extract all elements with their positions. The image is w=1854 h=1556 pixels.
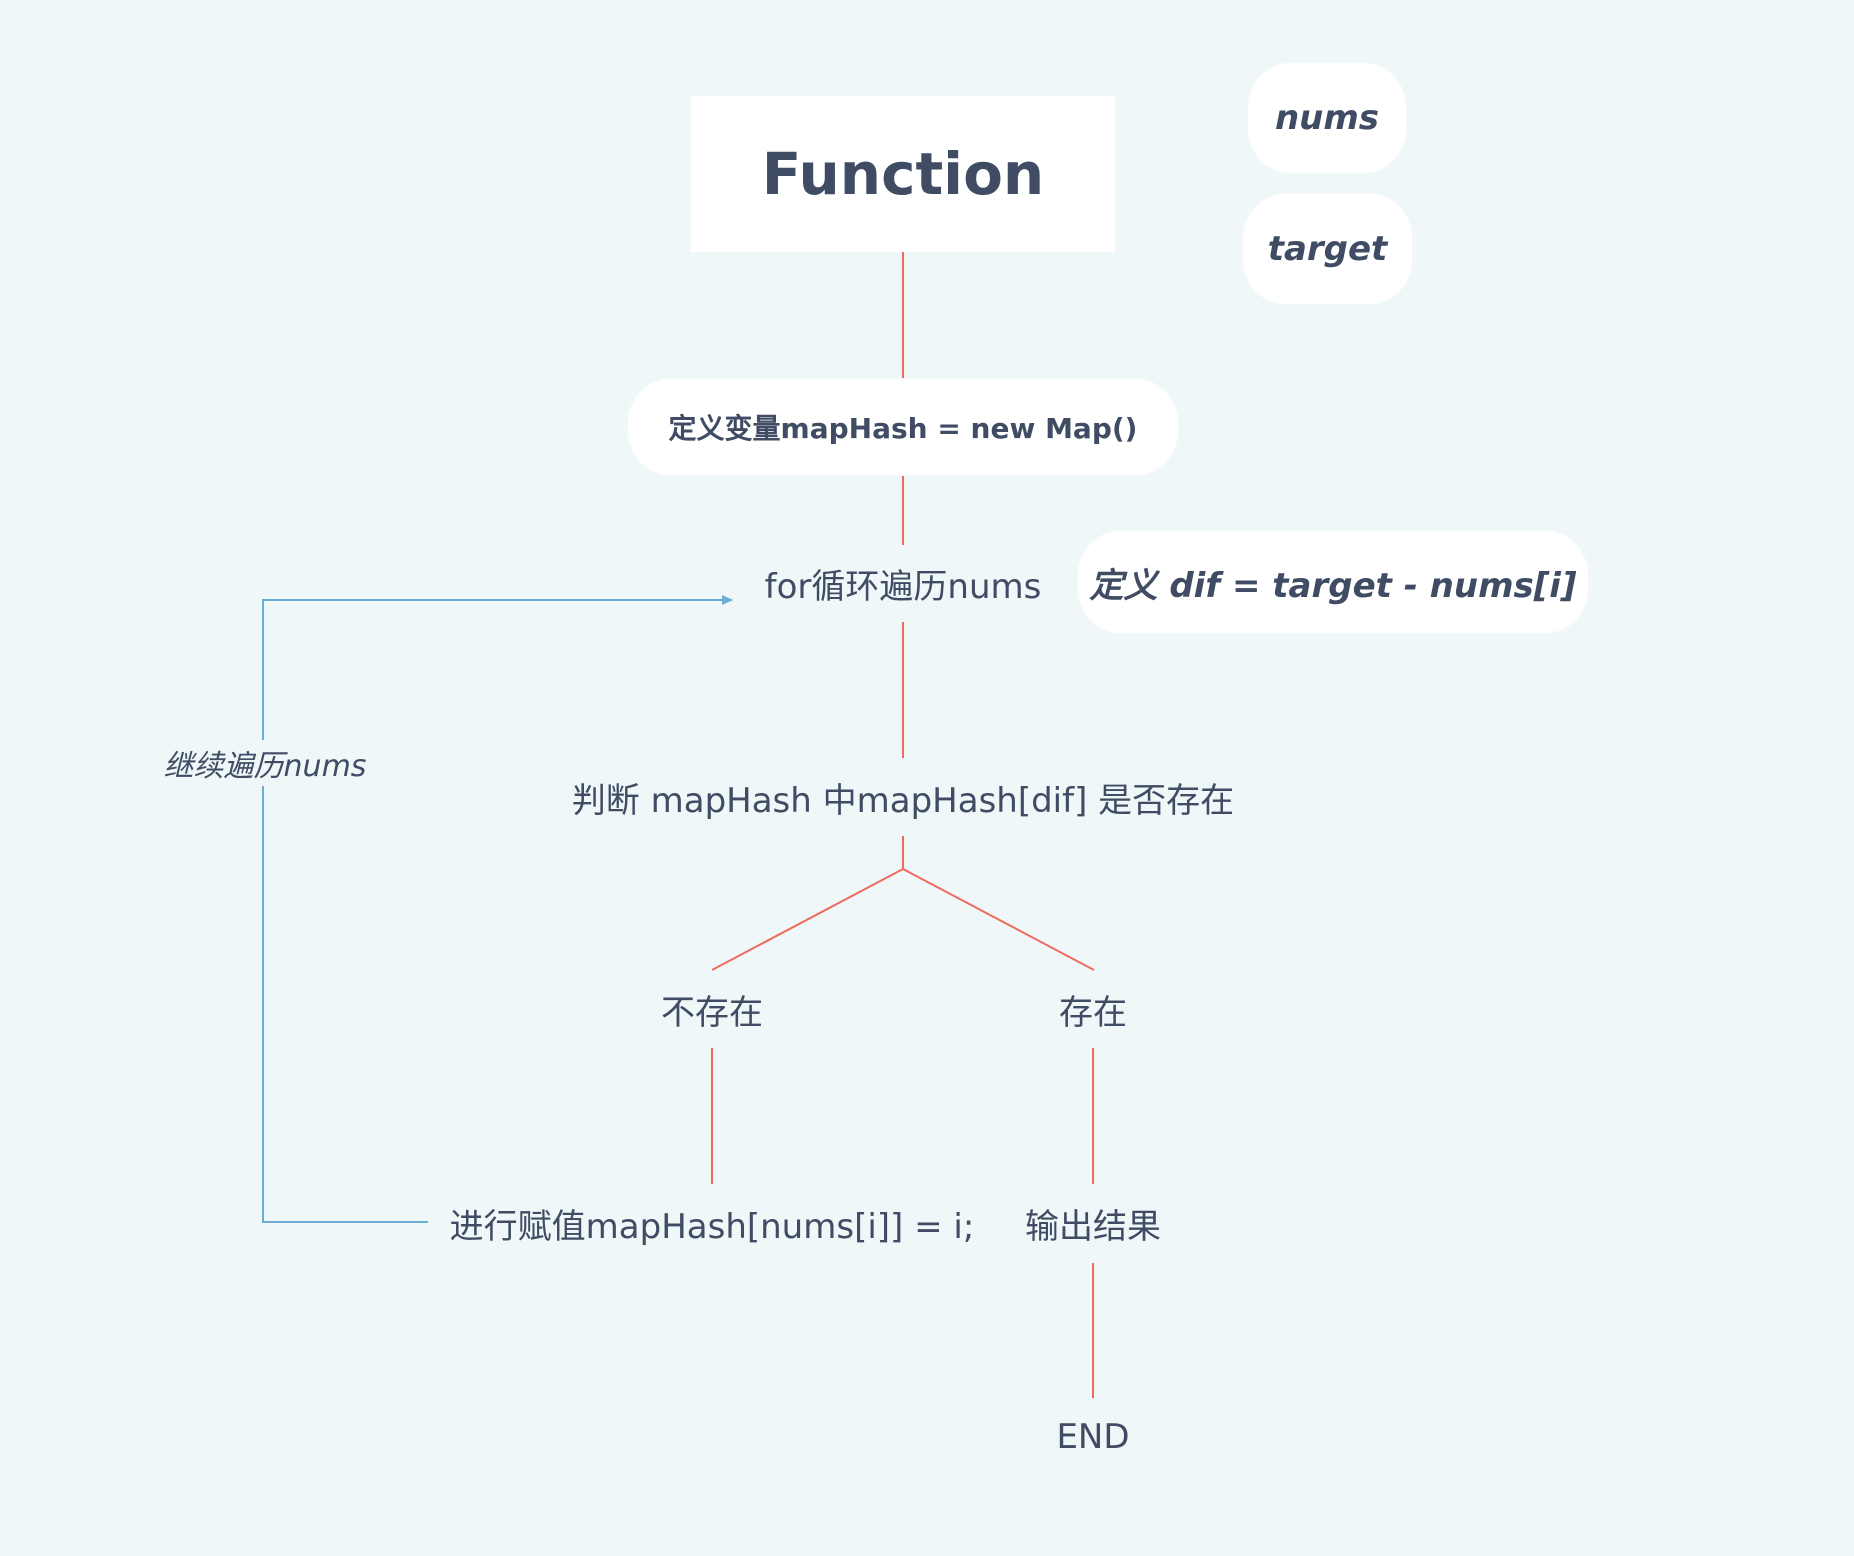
not-exist-branch: 不存在	[642, 970, 782, 1048]
function-title: Function	[761, 140, 1045, 208]
output-step: 输出结果	[1013, 1184, 1173, 1263]
loop-label-box: 继续遍历nums	[150, 740, 380, 786]
assign-step: 进行赋值mapHash[nums[i]] = i;	[428, 1184, 996, 1263]
param-target-label: target	[1267, 229, 1388, 269]
param-target-box: target	[1242, 193, 1413, 305]
define-dif-box: 定义 dif = target - nums[i]	[1077, 530, 1589, 634]
connector-branch-right	[902, 868, 1095, 971]
end-label: END	[1056, 1417, 1130, 1457]
param-nums-box: nums	[1247, 62, 1407, 174]
define-dif-label: 定义 dif = target - nums[i]	[1089, 565, 1577, 606]
output-label: 输出结果	[1025, 1207, 1161, 1247]
exist-label: 存在	[1059, 992, 1127, 1033]
loop-label: 继续遍历nums	[163, 749, 367, 784]
define-map-label: 定义变量mapHash = new Map()	[668, 412, 1138, 445]
flowchart-canvas: Function nums target 定义变量mapHash = new M…	[0, 0, 1854, 1556]
for-loop-step: for循环遍历nums	[732, 545, 1074, 622]
not-exist-label: 不存在	[661, 992, 763, 1033]
connector-branch-left	[711, 868, 904, 971]
check-step: 判断 mapHash 中mapHash[dif] 是否存在	[540, 758, 1266, 836]
assign-label: 进行赋值mapHash[nums[i]] = i;	[449, 1207, 975, 1247]
loop-back-connector	[262, 595, 733, 1223]
exist-branch: 存在	[1033, 970, 1153, 1048]
check-label: 判断 mapHash 中mapHash[dif] 是否存在	[571, 780, 1235, 821]
define-map-box: 定义变量mapHash = new Map()	[627, 378, 1179, 476]
function-title-box: Function	[691, 96, 1115, 252]
end-step: END	[1033, 1398, 1153, 1476]
for-loop-label: for循环遍历nums	[764, 567, 1042, 607]
param-nums-label: nums	[1274, 98, 1380, 138]
